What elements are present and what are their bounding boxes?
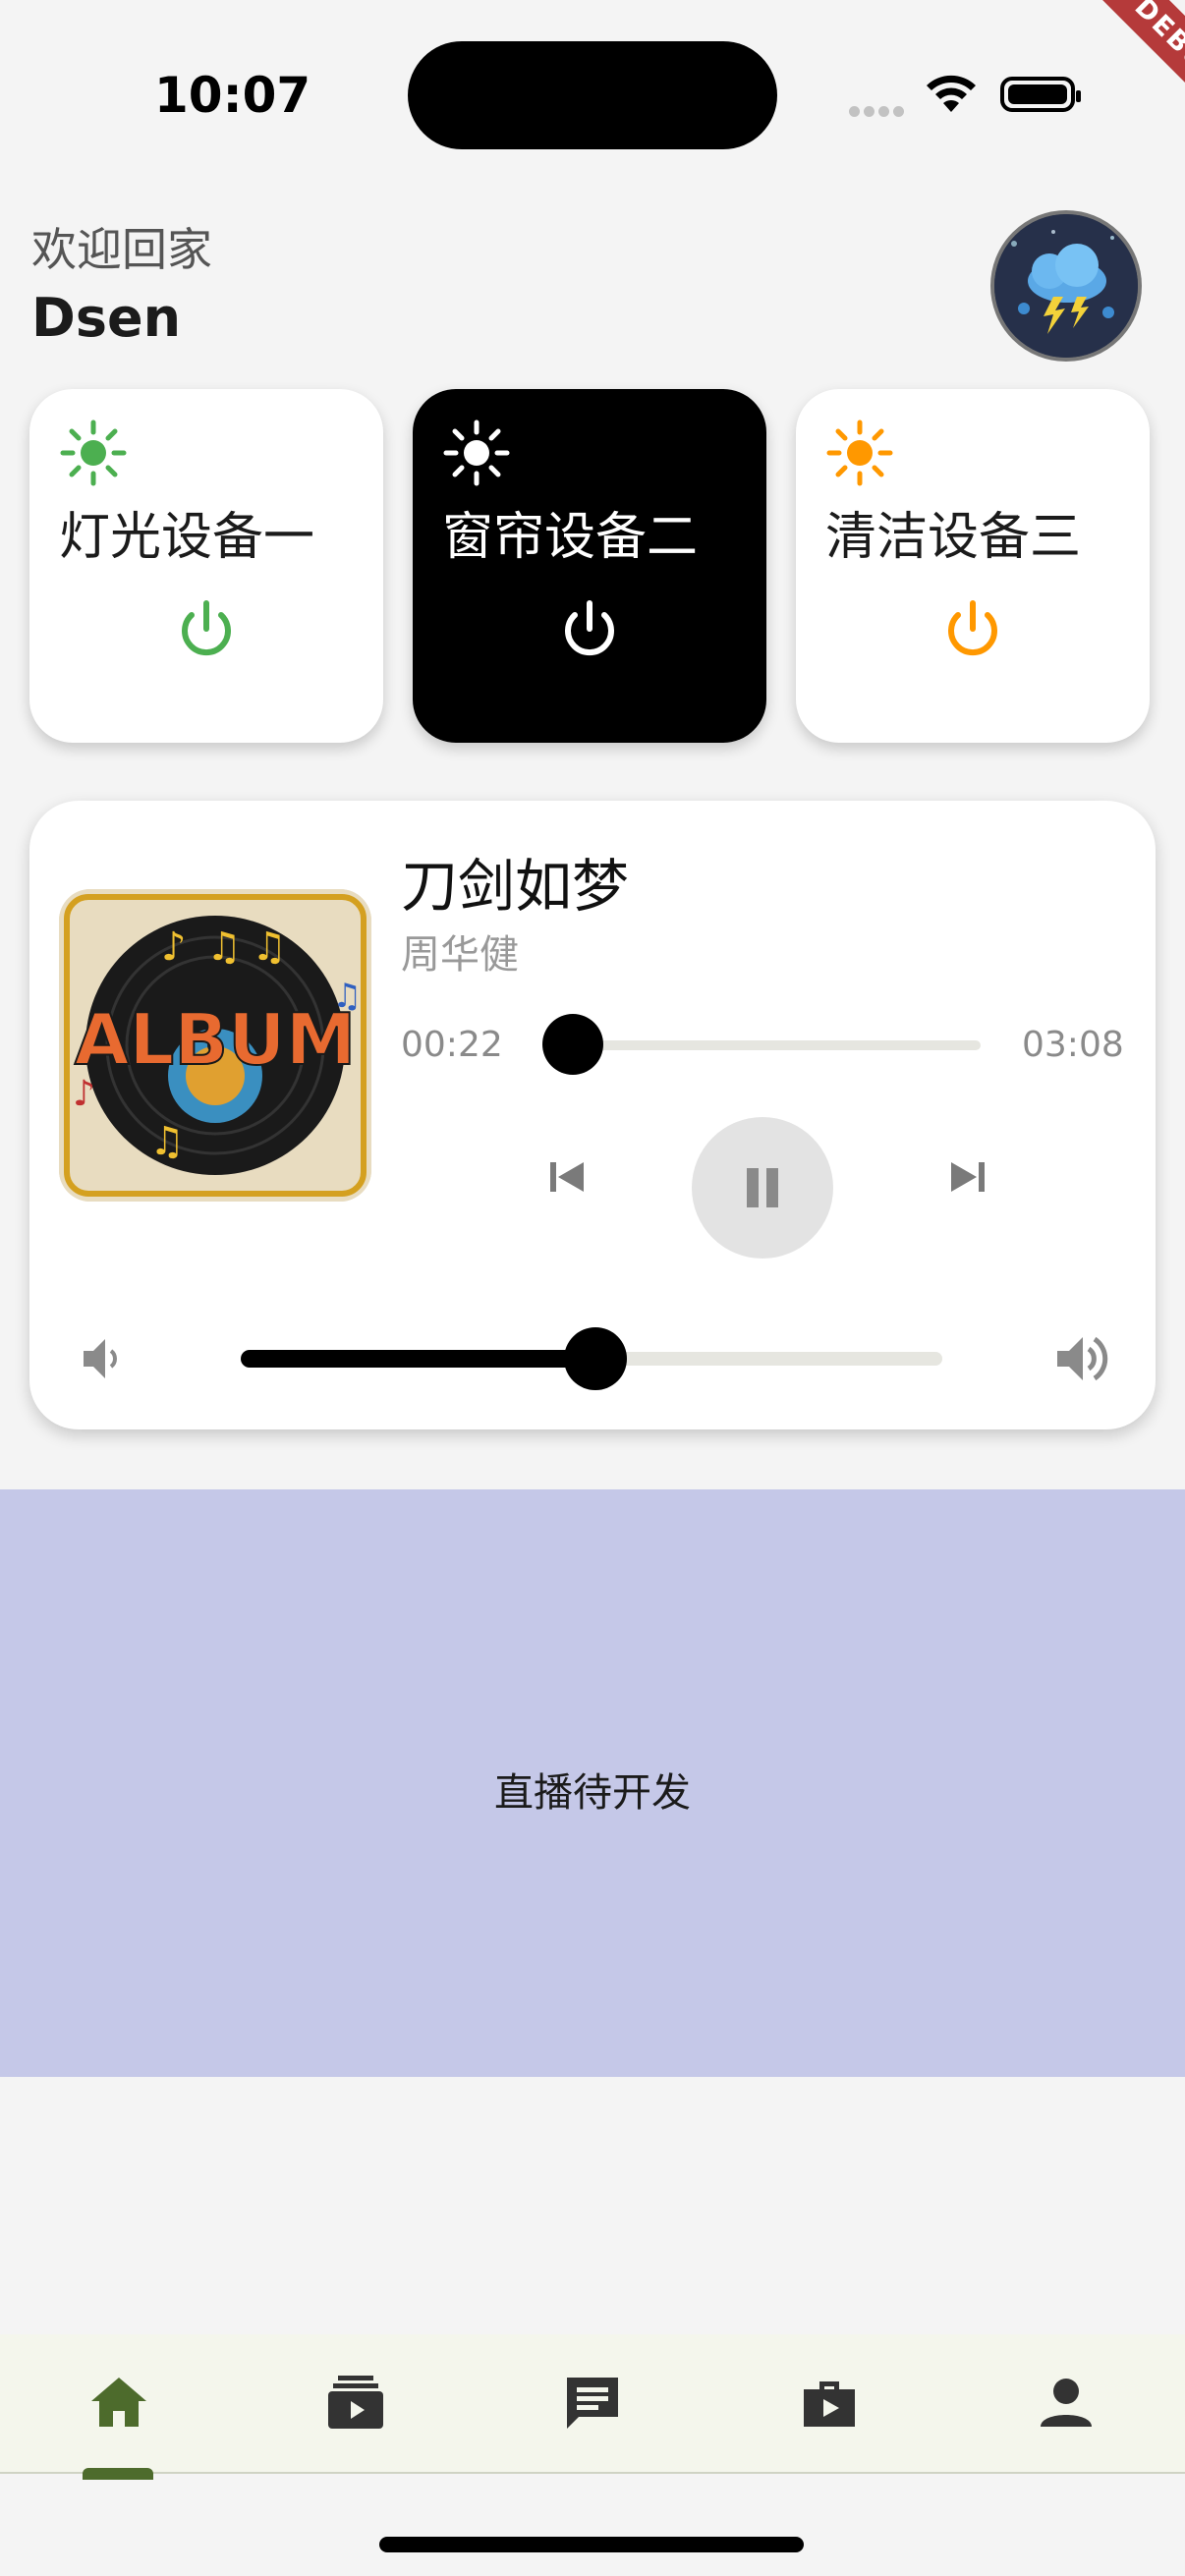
chat-icon [566, 2378, 618, 2429]
nav-profile[interactable] [947, 2334, 1184, 2472]
device-card-cleaner[interactable]: 清洁设备三 [796, 389, 1150, 743]
cellular-signal-icon [849, 102, 908, 121]
bottom-navigation [0, 2334, 1185, 2480]
battery-icon [1000, 77, 1081, 112]
person-icon [1040, 2379, 1092, 2427]
pause-icon [747, 1168, 778, 1207]
nav-chat[interactable] [474, 2334, 710, 2472]
skip-next-icon[interactable] [943, 1152, 992, 1205]
song-title: 刀剑如梦 [401, 853, 630, 920]
device-card-curtain[interactable]: 窗帘设备二 [413, 389, 766, 743]
power-icon[interactable] [172, 595, 241, 668]
home-icon [90, 2378, 146, 2427]
volume-fill [241, 1350, 596, 1368]
volume-down-icon[interactable] [74, 1331, 129, 1390]
sun-icon [442, 419, 511, 491]
dynamic-island [408, 41, 777, 149]
music-player-card: ALBUM ♪ ♫ ♫ ♫ ♪ ♫ 刀剑如梦 周华健 00:22 03:08 [29, 801, 1156, 1429]
pause-button[interactable] [692, 1117, 833, 1259]
nav-selected-indicator [83, 2468, 153, 2480]
svg-text:♫: ♫ [206, 924, 242, 970]
device-name: 窗帘设备二 [442, 508, 699, 567]
song-artist: 周华健 [401, 932, 519, 978]
live-text: 直播待开发 [494, 1770, 691, 1816]
nav-work[interactable] [710, 2334, 947, 2472]
nav-home[interactable] [0, 2334, 237, 2480]
svg-text:♪: ♪ [73, 1074, 95, 1114]
volume-thumb[interactable] [564, 1327, 627, 1390]
power-icon[interactable] [938, 595, 1007, 668]
album-cover: ALBUM ♪ ♫ ♫ ♫ ♪ ♫ [59, 889, 371, 1202]
sun-icon [825, 419, 894, 491]
album-art-lettering: ALBUM [75, 998, 357, 1081]
username: Dsen [31, 287, 182, 349]
svg-text:♫: ♫ [149, 1119, 185, 1164]
svg-text:♪: ♪ [161, 924, 187, 970]
svg-text:♫: ♫ [252, 924, 287, 970]
debug-ribbon: DEBUG [1072, 0, 1185, 150]
device-name: 清洁设备三 [825, 508, 1082, 567]
skip-previous-icon[interactable] [542, 1152, 592, 1205]
current-time: 00:22 [401, 1025, 503, 1065]
avatar[interactable] [990, 210, 1142, 362]
power-icon[interactable] [555, 595, 624, 668]
wifi-icon [924, 73, 979, 116]
work-play-icon [803, 2381, 855, 2427]
storm-cloud-icon [994, 214, 1138, 358]
progress-thumb[interactable] [542, 1014, 603, 1075]
nav-subscriptions[interactable] [237, 2334, 474, 2472]
svg-text:♫: ♫ [332, 977, 362, 1016]
device-card-light[interactable]: 灯光设备一 [29, 389, 383, 743]
total-time: 03:08 [1022, 1025, 1124, 1065]
greeting-text: 欢迎回家 [31, 223, 212, 276]
device-name: 灯光设备一 [59, 508, 315, 567]
status-time: 10:07 [154, 67, 311, 124]
sun-icon [59, 419, 128, 491]
volume-up-icon[interactable] [1051, 1327, 1114, 1394]
live-placeholder: 直播待开发 [0, 1489, 1185, 2077]
subscriptions-icon [327, 2376, 383, 2429]
progress-track[interactable] [572, 1040, 981, 1050]
home-indicator[interactable] [379, 2537, 804, 2552]
